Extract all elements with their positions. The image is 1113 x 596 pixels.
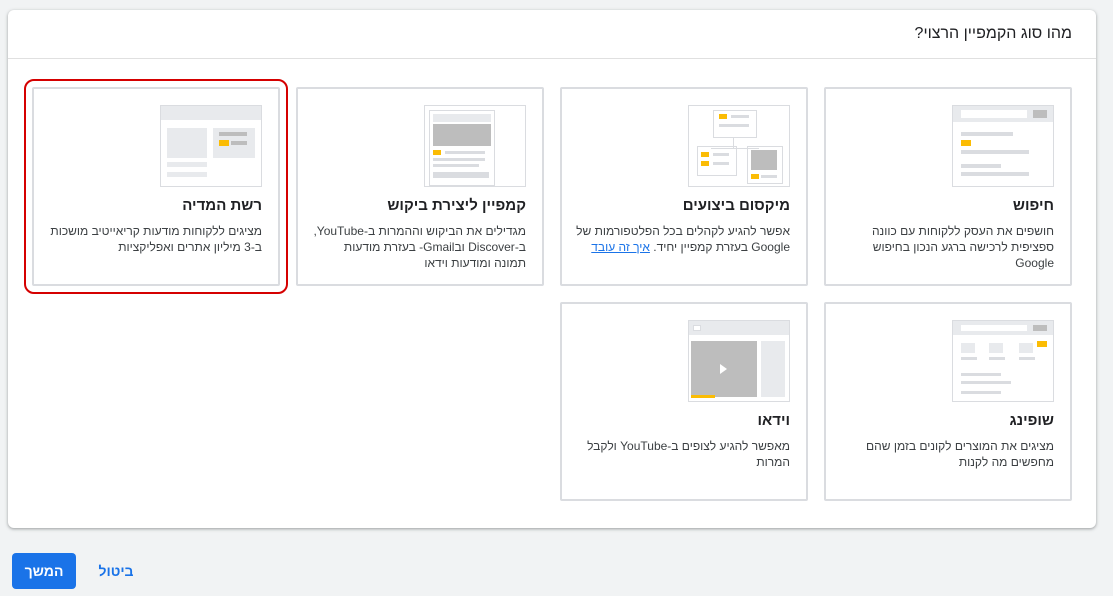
card-description: מגדילים את הביקוש וההמרות ב-YouTube, ב-D… [313,224,526,270]
campaign-card-shopping[interactable]: שופינג מציגים את המוצרים לקונים בזמן שהם… [824,302,1072,501]
card-description: מאפשר להגיע לצופים ב-YouTube ולקבל המרות [587,439,790,469]
card-title: קמפיין ליצירת ביקוש [387,197,526,214]
demand-gen-illustration [424,105,526,187]
campaign-card-demand-gen[interactable]: קמפיין ליצירת ביקוש מגדילים את הביקוש וה… [296,87,544,286]
play-icon [720,364,727,374]
display-illustration [160,105,262,187]
performance-max-illustration [688,105,790,187]
card-title: שופינג [1009,412,1054,429]
continue-button[interactable]: המשך [12,553,76,589]
search-illustration [952,105,1054,187]
card-description: מציגים את המוצרים לקונים בזמן שהם מחפשים… [866,439,1054,469]
card-description: מציגים ללקוחות מודעות קריאייטיב מושכות ב… [50,224,262,254]
card-title: רשת המדיה [182,197,262,214]
card-description: אפשר להגיע לקהלים בכל הפלטפורמות של Goog… [576,223,790,255]
card-title: וידאו [757,412,790,429]
campaign-card-performance-max[interactable]: מיקסום ביצועים אפשר להגיע לקהלים בכל הפל… [560,87,808,286]
campaign-card-video[interactable]: וידאו מאפשר להגיע לצופים ב-YouTube ולקבל… [560,302,808,501]
how-it-works-link[interactable]: איך זה עובד [591,240,650,254]
card-description: חושפים את העסק ללקוחות עם כוונה ספציפית … [871,224,1054,270]
page-title: מהו סוג הקמפיין הרצוי? [914,25,1072,42]
card-title: חיפוש [1012,197,1054,214]
panel-header: מהו סוג הקמפיין הרצוי? [8,10,1096,59]
campaign-card-display[interactable]: רשת המדיה מציגים ללקוחות מודעות קריאייטי… [24,79,288,294]
campaign-card-search[interactable]: חיפוש חושפים את העסק ללקוחות עם כוונה ספ… [824,87,1072,286]
card-title: מיקסום ביצועים [682,197,790,214]
shopping-illustration [952,320,1054,402]
cancel-button[interactable]: ביטול [88,553,144,589]
video-illustration [688,320,790,402]
